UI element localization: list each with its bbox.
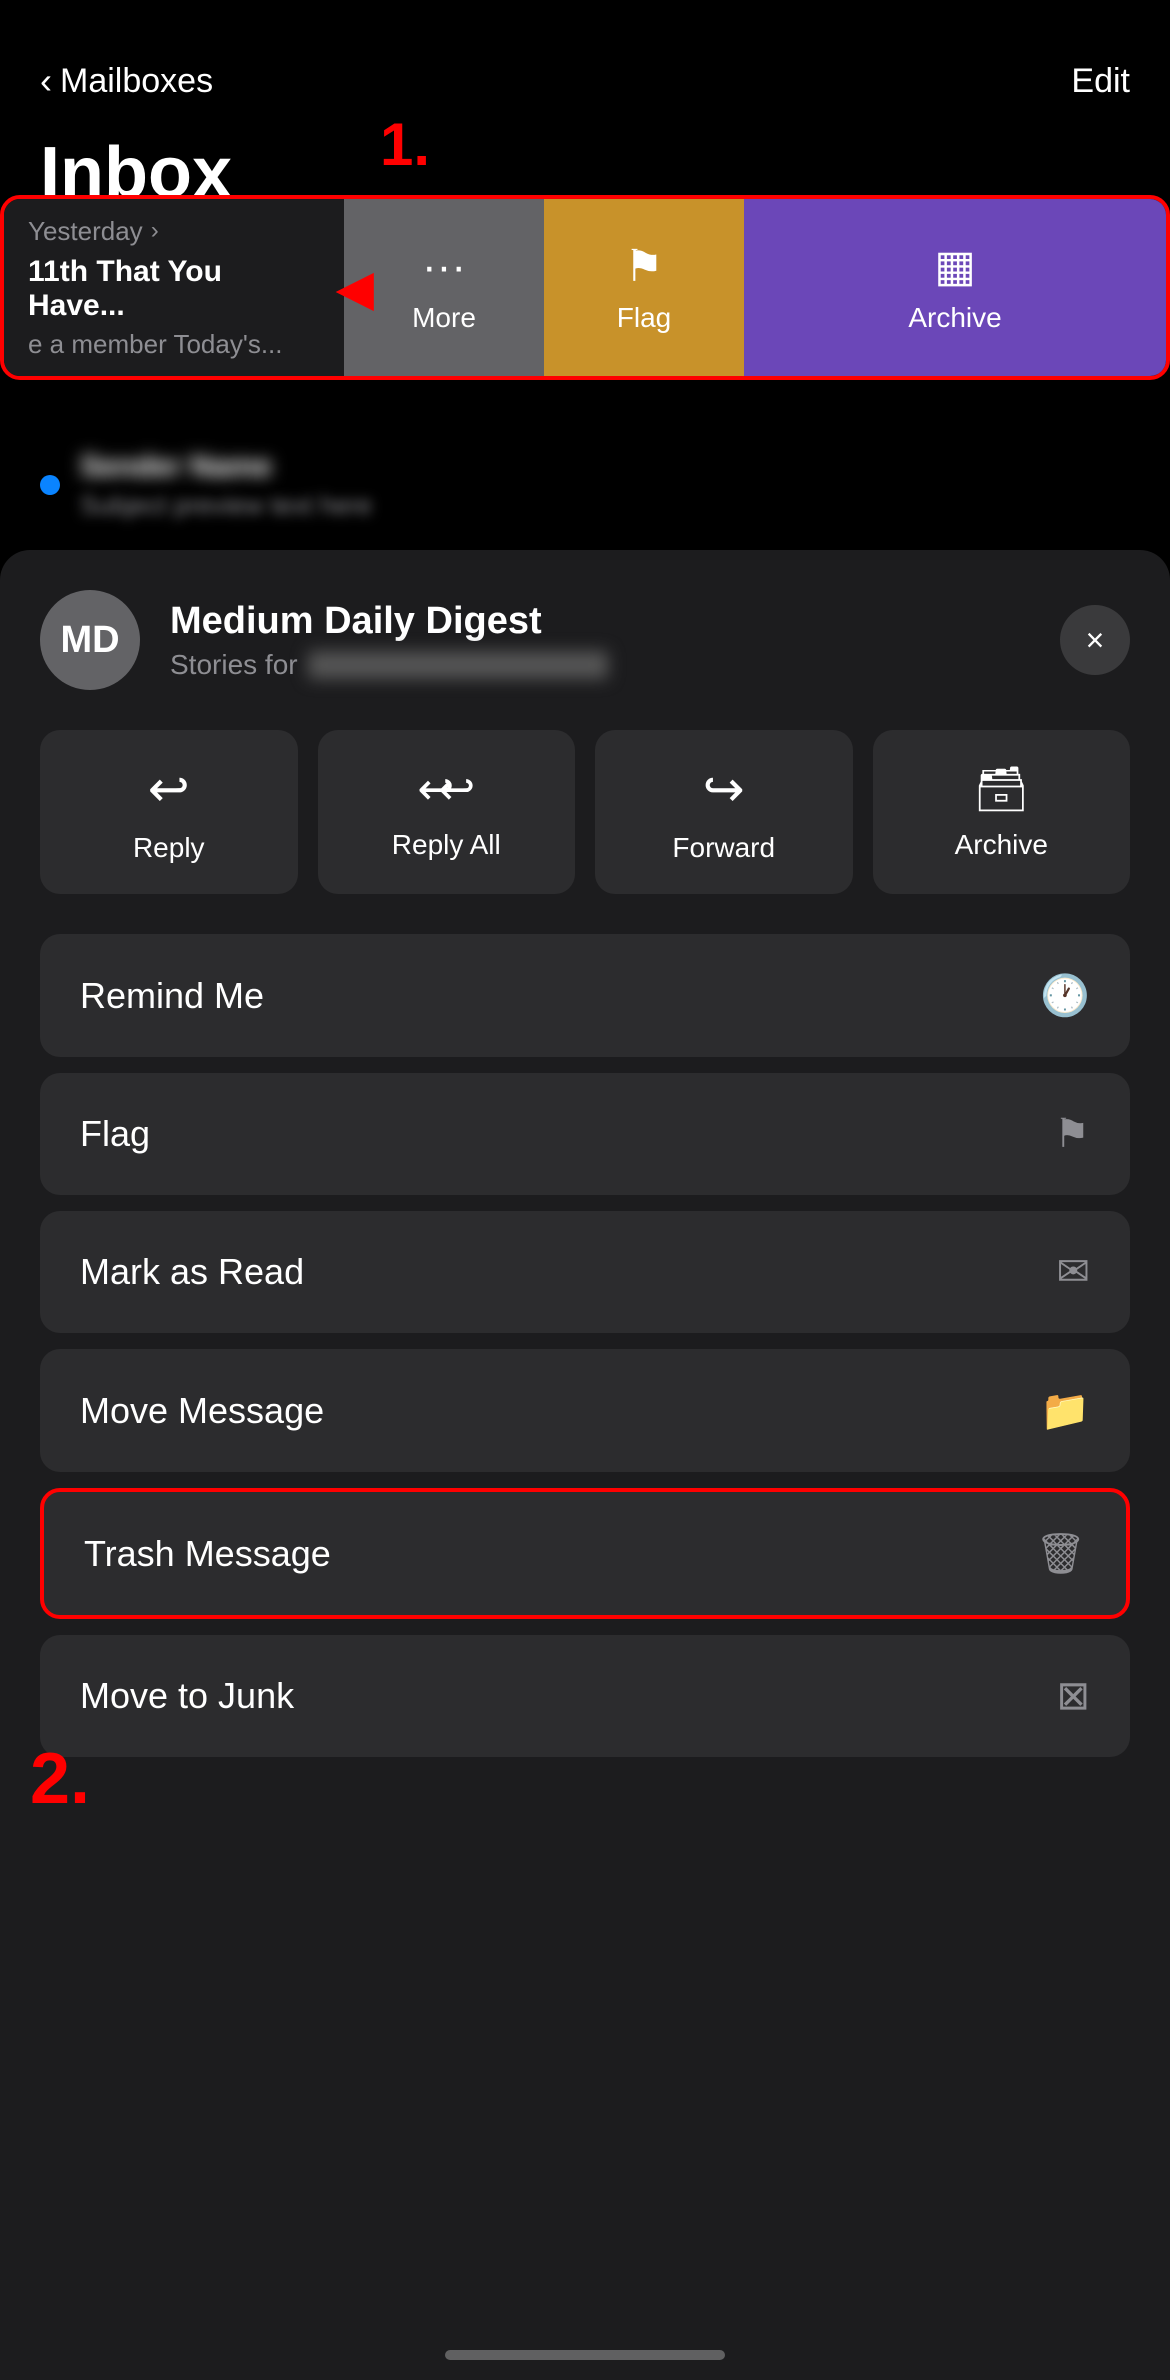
flag-icon: ⚑ (624, 241, 663, 292)
flag-label-list: Flag (80, 1113, 150, 1155)
trash-icon: 🗑 (1035, 1530, 1086, 1577)
flag-label: Flag (617, 302, 671, 334)
trash-message-label: Trash Message (84, 1533, 331, 1575)
archive-label: Archive (908, 302, 1001, 334)
email-subject-blurred: Subject preview text here (80, 490, 372, 521)
archive-box-icon: 🗃 (973, 763, 1029, 815)
home-indicator (445, 2350, 725, 2360)
sender-info: Medium Daily Digest Stories for (170, 600, 1030, 681)
subject-blurred (308, 651, 608, 679)
reply-icon: ↩ (148, 760, 190, 818)
envelope-icon: ✉ (1056, 1249, 1090, 1295)
unread-indicator (40, 475, 60, 495)
sender-name: Medium Daily Digest (170, 600, 1030, 643)
more-dots-icon: ··· (422, 242, 466, 292)
email-item[interactable]: Yesterday › 11th That You Have... e a me… (4, 199, 344, 376)
email-sender-blurred: Sender Name (80, 450, 372, 484)
reply-all-label: Reply All (392, 829, 501, 861)
move-to-junk-button[interactable]: Move to Junk ⊠ (40, 1635, 1130, 1757)
sheet-header: MD Medium Daily Digest Stories for × (0, 550, 1170, 710)
archive-action-button[interactable]: 🗃 Archive (873, 730, 1131, 894)
swipe-flag-button[interactable]: ⚑ Flag (544, 199, 744, 376)
email-row-2: Sender Name Subject preview text here (0, 415, 1170, 555)
forward-button[interactable]: ↪ Forward (595, 730, 853, 894)
reply-all-button[interactable]: ↩↩ Reply All (318, 730, 576, 894)
forward-icon: ↪ (703, 760, 745, 818)
more-label: More (412, 302, 476, 334)
remind-me-button[interactable]: Remind Me 🕐 (40, 934, 1130, 1057)
close-icon: × (1086, 622, 1105, 659)
edit-button[interactable]: Edit (1071, 62, 1130, 101)
email-date: Yesterday › (28, 216, 320, 247)
trash-message-button[interactable]: Trash Message 🗑 (40, 1488, 1130, 1619)
junk-icon: ⊠ (1056, 1673, 1090, 1719)
close-button[interactable]: × (1060, 605, 1130, 675)
avatar: MD (40, 590, 140, 690)
forward-label: Forward (672, 832, 775, 864)
swipe-archive-button[interactable]: ▦ Archive (744, 199, 1166, 376)
move-message-label: Move Message (80, 1390, 324, 1432)
step-2-label: 2. (30, 1738, 90, 1820)
move-message-button[interactable]: Move Message 📁 (40, 1349, 1130, 1472)
back-button[interactable]: ‹ Mailboxes (40, 60, 213, 102)
reply-label: Reply (133, 832, 205, 864)
sheet-subject: Stories for (170, 649, 1030, 681)
flag-button[interactable]: Flag ⚑ (40, 1073, 1130, 1195)
reply-button[interactable]: ↩ Reply (40, 730, 298, 894)
email-row-2-content: Sender Name Subject preview text here (80, 450, 372, 521)
move-to-junk-label: Move to Junk (80, 1675, 294, 1717)
mark-as-read-button[interactable]: Mark as Read ✉ (40, 1211, 1130, 1333)
archive-action-label: Archive (955, 829, 1048, 861)
folder-icon: 📁 (1040, 1387, 1090, 1434)
chevron-right-icon: › (151, 217, 159, 245)
quick-action-buttons: ↩ Reply ↩↩ Reply All ↪ Forward 🗃 Archive (0, 710, 1170, 934)
chevron-left-icon: ‹ (40, 60, 52, 102)
reply-all-icon: ↩↩ (417, 764, 475, 815)
swipe-more-button[interactable]: ··· More (344, 199, 544, 376)
top-section: ‹ Mailboxes Edit Inbox 1. Yesterday › 11… (0, 0, 1170, 580)
action-sheet: MD Medium Daily Digest Stories for × ↩ R… (0, 550, 1170, 2380)
flag-list-icon: ⚑ (1054, 1111, 1090, 1157)
email-preview: e a member Today's... (28, 329, 320, 360)
swipe-arrow-icon: ◀ (336, 259, 374, 317)
nav-bar: ‹ Mailboxes Edit (0, 0, 1170, 122)
email-subject: 11th That You Have... (28, 255, 320, 323)
step-1-label: 1. (380, 110, 430, 179)
mailboxes-label: Mailboxes (60, 62, 213, 101)
clock-icon: 🕐 (1040, 972, 1090, 1019)
email-swipe-row[interactable]: Yesterday › 11th That You Have... e a me… (0, 195, 1170, 380)
archive-icon: ▦ (934, 241, 976, 292)
remind-me-label: Remind Me (80, 975, 264, 1017)
mark-as-read-label: Mark as Read (80, 1251, 304, 1293)
